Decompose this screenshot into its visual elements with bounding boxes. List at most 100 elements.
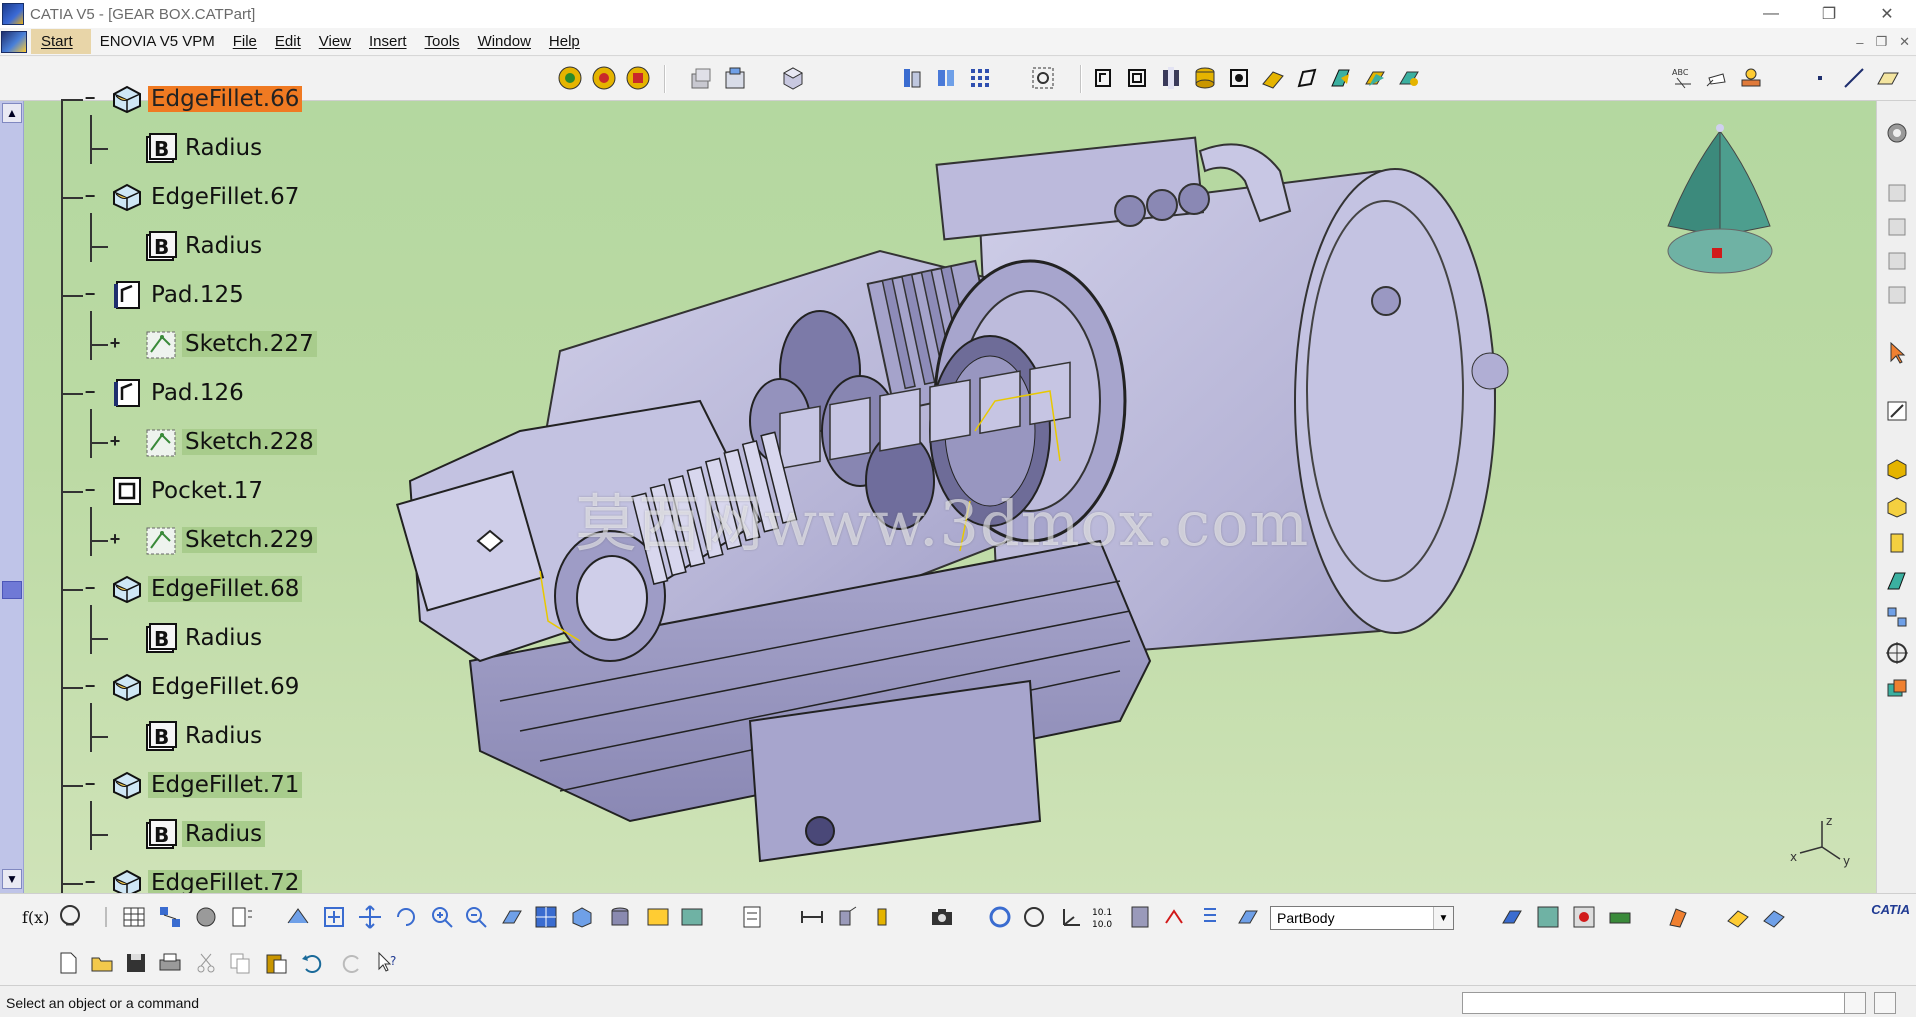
menu-tools[interactable]: Tools	[416, 29, 469, 54]
shaft-icon[interactable]	[1156, 63, 1186, 93]
redo-icon[interactable]	[338, 949, 366, 977]
collapse-minus-icon[interactable]: −	[83, 480, 97, 500]
tree-node-edgefillet-68[interactable]: − EdgeFillet.68	[85, 571, 303, 607]
collapse-minus-icon[interactable]: −	[83, 872, 97, 892]
reference-element-icon[interactable]	[1883, 213, 1911, 241]
minimize-button[interactable]: —	[1742, 0, 1800, 28]
scroll-up-icon[interactable]: ▲	[2, 103, 22, 123]
collapse-minus-icon[interactable]: −	[83, 382, 97, 402]
hide-show-icon[interactable]	[686, 63, 716, 93]
shading-icon[interactable]	[606, 903, 634, 931]
line-icon[interactable]	[1839, 63, 1869, 93]
menu-start[interactable]: Start	[31, 29, 91, 54]
scroll-down-icon[interactable]: ▼	[2, 869, 22, 889]
hole-icon[interactable]	[1190, 63, 1220, 93]
plane-icon[interactable]	[1873, 63, 1903, 93]
pocket-solid-icon[interactable]	[1883, 493, 1911, 521]
expand-plus-icon[interactable]: +	[108, 431, 122, 451]
swap-space-icon[interactable]	[720, 63, 750, 93]
camera-icon[interactable]	[928, 903, 956, 931]
multi-view-icon[interactable]	[532, 903, 560, 931]
cancel-command-icon[interactable]	[1874, 992, 1896, 1014]
reference-element-icon[interactable]	[1883, 281, 1911, 309]
menu-edit[interactable]: Edit	[266, 29, 310, 54]
rib-icon[interactable]	[1224, 63, 1254, 93]
axis-icon[interactable]	[1056, 903, 1084, 931]
fit-all-icon[interactable]	[1028, 63, 1058, 93]
apply-material-icon[interactable]	[1664, 903, 1692, 931]
normal-view-icon[interactable]	[498, 903, 526, 931]
whats-this-icon[interactable]: ?	[374, 949, 402, 977]
restore-button[interactable]: ❐	[1800, 0, 1858, 28]
collapse-minus-icon[interactable]: −	[83, 88, 97, 108]
compass-widget[interactable]	[1667, 124, 1773, 274]
shaft-solid-icon[interactable]	[1883, 529, 1911, 557]
expand-plus-icon[interactable]: +	[108, 333, 122, 353]
tree-node-pocket-17[interactable]: − Pocket.17	[85, 473, 266, 509]
expand-plus-icon[interactable]: +	[108, 529, 122, 549]
shell-icon[interactable]	[1394, 63, 1424, 93]
document-icon[interactable]	[1, 30, 27, 53]
new-document-icon[interactable]	[54, 949, 82, 977]
graph-icon[interactable]	[156, 903, 184, 931]
tolerance-icon[interactable]	[92, 903, 120, 931]
tree-node-edgefillet-67[interactable]: − EdgeFillet.67	[85, 179, 302, 215]
update-icon[interactable]	[555, 63, 585, 93]
current-body-select[interactable]: PartBody ▼	[1270, 906, 1454, 930]
tree-node-pad-125[interactable]: − Pad.125	[85, 277, 247, 313]
table-icon[interactable]	[120, 903, 148, 931]
menu-file[interactable]: File	[224, 29, 266, 54]
fillet-solid-icon[interactable]	[1883, 567, 1911, 595]
hide-show-icon[interactable]	[644, 903, 672, 931]
menu-insert[interactable]: Insert	[360, 29, 416, 54]
tree-node-pad-126[interactable]: − Pad.126	[85, 375, 247, 411]
close-button[interactable]: ✕	[1858, 0, 1916, 28]
copy-icon[interactable]	[226, 949, 254, 977]
measure-icon[interactable]	[1736, 63, 1766, 93]
geometry-set-icon[interactable]	[1570, 903, 1598, 931]
menu-window[interactable]: Window	[469, 29, 540, 54]
sketcher-icon[interactable]	[1883, 397, 1911, 425]
flag-note-icon[interactable]	[1702, 63, 1732, 93]
doc-restore-button[interactable]: ❐	[1875, 34, 1887, 50]
pattern-icon[interactable]	[1883, 603, 1911, 631]
measure-between-icon[interactable]	[798, 903, 826, 931]
zoom-in-icon[interactable]	[428, 903, 456, 931]
tree-node-edgefillet-71[interactable]: − EdgeFillet.71	[85, 767, 303, 803]
knowledge-icon[interactable]	[56, 903, 84, 931]
draft-icon[interactable]	[1326, 63, 1356, 93]
collapse-minus-icon[interactable]: −	[83, 578, 97, 598]
chevron-down-icon[interactable]: ▼	[1433, 907, 1453, 929]
text-annotation-icon[interactable]: ABC	[1668, 63, 1698, 93]
tree-node-sketch-227[interactable]: + Sketch.227	[110, 326, 317, 362]
reference-element-icon[interactable]	[1883, 247, 1911, 275]
properties-icon[interactable]	[228, 903, 256, 931]
reorder-icon[interactable]	[1162, 903, 1190, 931]
tree-node-edgefillet-66[interactable]: − EdgeFillet.66	[85, 81, 303, 117]
tree-node-sketch-229[interactable]: + Sketch.229	[110, 522, 317, 558]
menu-enovia[interactable]: ENOVIA V5 VPM	[91, 29, 224, 54]
paste-icon[interactable]	[262, 949, 290, 977]
cut-icon[interactable]	[192, 949, 220, 977]
numeric-icon[interactable]: 10.1 10.0	[1090, 903, 1118, 931]
swap-visible-icon[interactable]	[678, 903, 706, 931]
thickness-icon[interactable]	[1360, 63, 1390, 93]
analysis-icon[interactable]	[1724, 903, 1752, 931]
capture-icon[interactable]	[738, 903, 766, 931]
render-style-icon[interactable]	[778, 63, 808, 93]
measure-inertia-icon[interactable]	[868, 903, 896, 931]
tree-node-radius[interactable]: B Radius	[144, 620, 265, 656]
tree-node-edgefillet-69[interactable]: − EdgeFillet.69	[85, 669, 302, 705]
fit-all-in-icon[interactable]	[320, 903, 348, 931]
axis-system-icon[interactable]	[1883, 639, 1911, 667]
select-cursor-icon[interactable]	[1883, 339, 1911, 367]
material-icon[interactable]	[192, 903, 220, 931]
collapse-minus-icon[interactable]: −	[83, 186, 97, 206]
scroll-thumb[interactable]	[2, 581, 22, 599]
menu-view[interactable]: View	[310, 29, 360, 54]
loft-icon[interactable]	[1292, 63, 1322, 93]
collapse-minus-icon[interactable]: −	[83, 284, 97, 304]
map-icon[interactable]	[1534, 903, 1562, 931]
pad-solid-icon[interactable]	[1883, 455, 1911, 483]
manual-update-icon[interactable]	[623, 63, 653, 93]
